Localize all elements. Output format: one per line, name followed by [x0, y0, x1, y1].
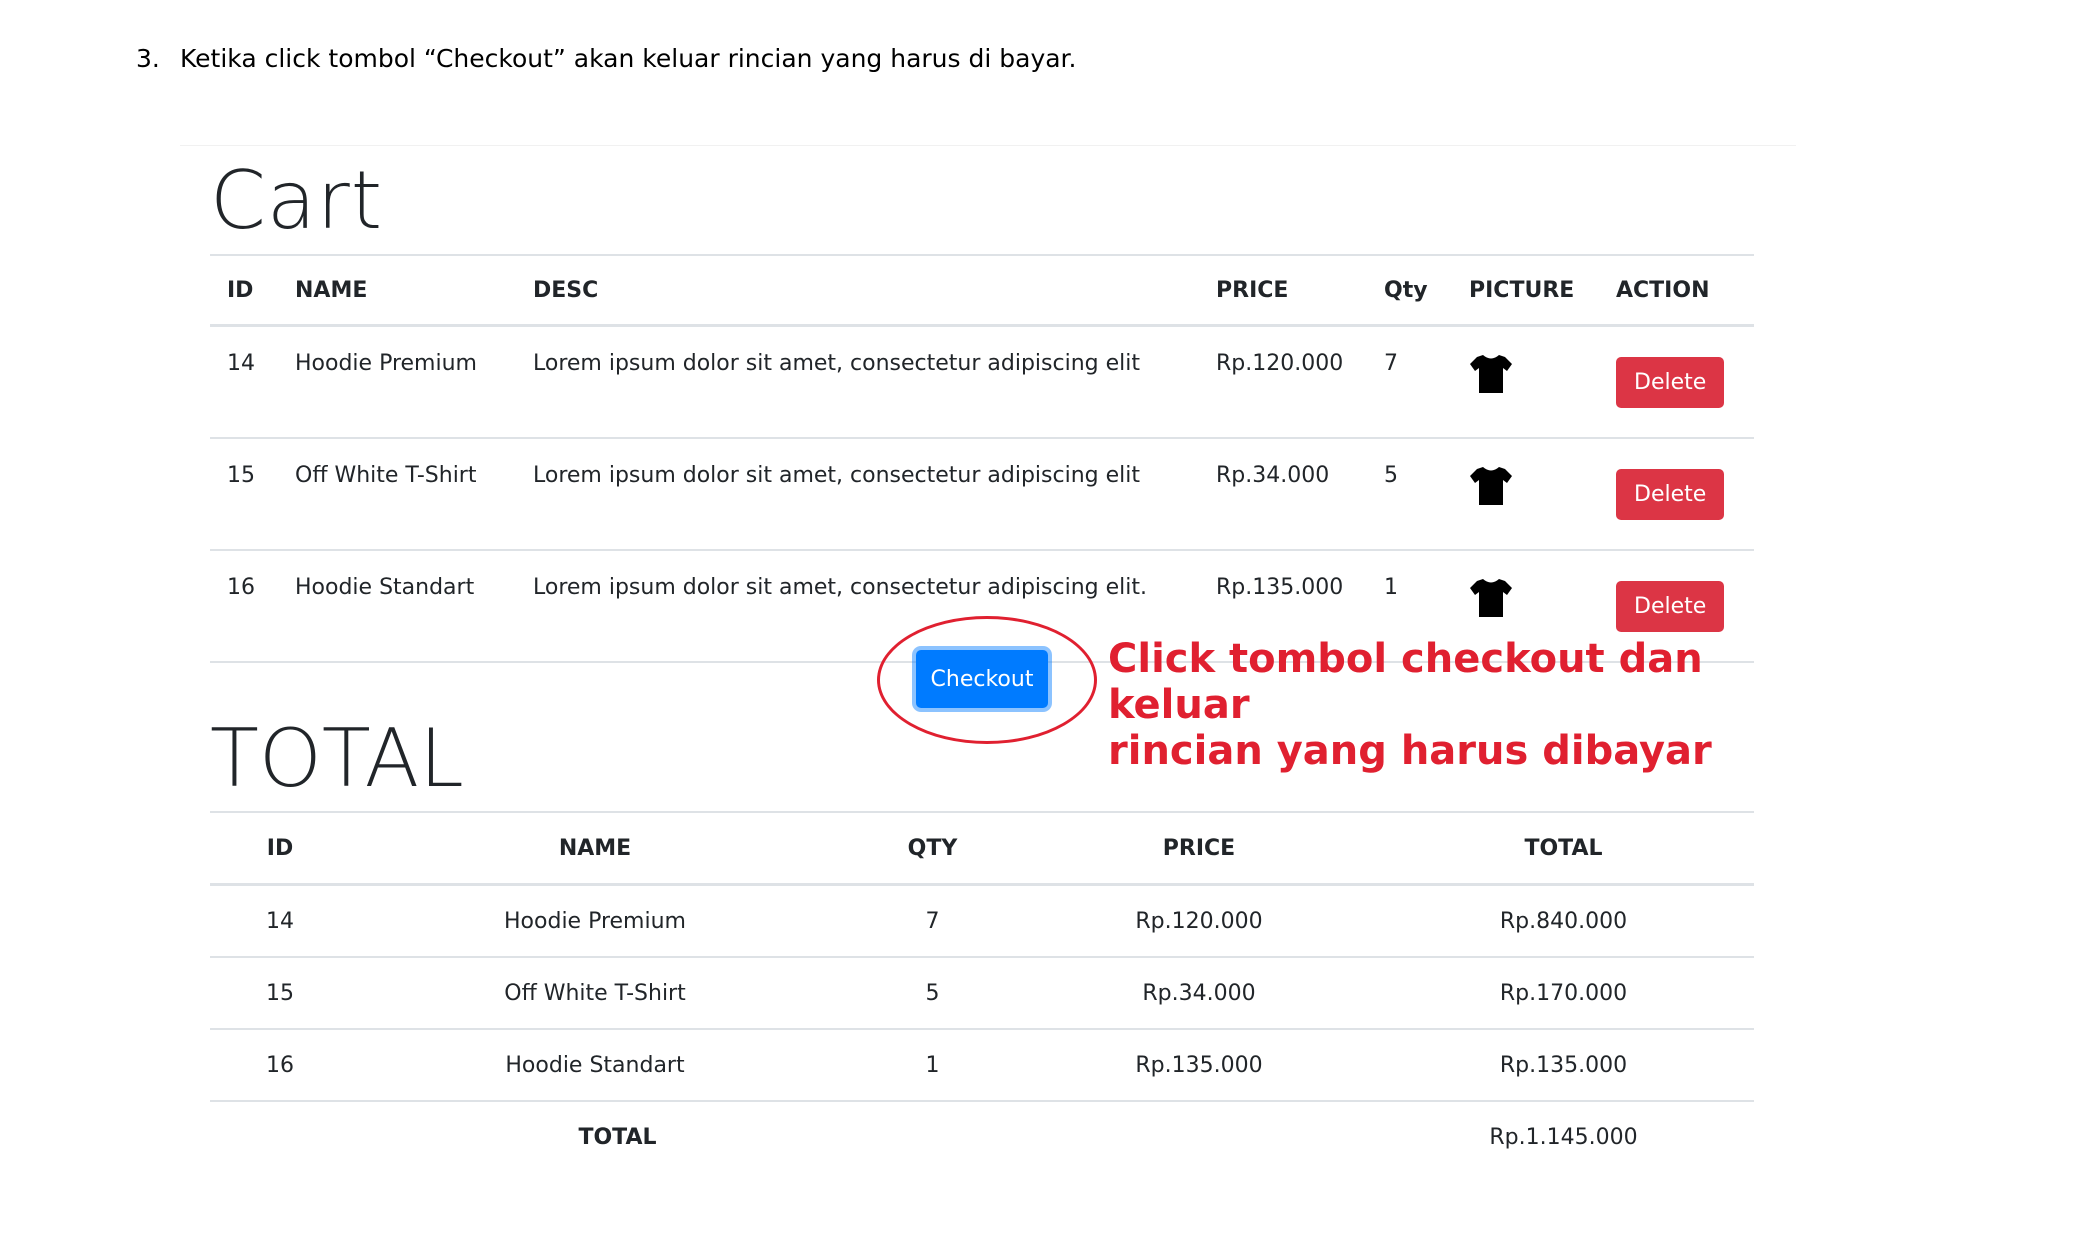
header-desc: DESC: [516, 254, 1199, 327]
table-row: 14 Hoodie Premium 7 Rp.120.000 Rp.840.00…: [210, 884, 1754, 958]
header-id: ID: [210, 254, 278, 327]
cell-qty: 7: [840, 884, 1025, 958]
cell-qty: 5: [1367, 438, 1452, 551]
header-picture: PICTURE: [1452, 254, 1599, 327]
total-header-row: ID NAME QTY PRICE TOTAL: [210, 811, 1754, 886]
header-action: ACTION: [1599, 254, 1754, 327]
cell-desc: Lorem ipsum dolor sit amet, consectetur …: [516, 325, 1199, 439]
cell-name: Off White T-Shirt: [278, 438, 516, 551]
cell-id: 14: [210, 325, 278, 439]
header-id: ID: [210, 811, 350, 886]
cell-price: Rp.120.000: [1199, 325, 1367, 439]
annotation-line-2: rincian yang harus dibayar: [1108, 728, 1712, 774]
cell-price: Rp.120.000: [1025, 884, 1373, 958]
cart-table: ID NAME DESC PRICE Qty PICTURE ACTION 14…: [210, 254, 1754, 663]
header-qty: QTY: [840, 811, 1025, 886]
header-price: PRICE: [1025, 811, 1373, 886]
grand-total-value: Rp.1.145.000: [1489, 1124, 1638, 1150]
tshirt-icon: [1470, 355, 1512, 393]
cell-qty: 5: [840, 957, 1025, 1030]
cell-action: Delete: [1599, 325, 1754, 439]
cell-total: Rp.135.000: [1373, 1029, 1754, 1102]
cell-price: Rp.135.000: [1025, 1029, 1373, 1102]
delete-button[interactable]: Delete: [1616, 580, 1725, 632]
table-row: 14 Hoodie Premium Lorem ipsum dolor sit …: [210, 325, 1754, 439]
document-step: 3. Ketika click tombol “Checkout” akan ke…: [136, 44, 1076, 73]
header-price: PRICE: [1199, 254, 1367, 327]
cell-name: Hoodie Standart: [278, 550, 516, 663]
cell-id: 16: [210, 1029, 350, 1102]
total-title: TOTAL: [210, 712, 464, 805]
cell-id: 15: [210, 438, 278, 551]
cell-id: 16: [210, 550, 278, 663]
screenshot-panel: Cart ID NAME DESC PRICE Qty PICTURE ACTI…: [180, 145, 1796, 1150]
cell-name: Hoodie Standart: [350, 1029, 840, 1102]
cell-total: Rp.170.000: [1373, 957, 1754, 1030]
cell-picture: [1452, 325, 1599, 439]
cell-total: Rp.840.000: [1373, 884, 1754, 958]
step-number: 3.: [136, 44, 160, 73]
annotation-text: Click tombol checkout dan keluar rincian…: [1108, 636, 1796, 774]
cell-name: Off White T-Shirt: [350, 957, 840, 1030]
cell-id: 14: [210, 884, 350, 958]
cell-qty: 7: [1367, 325, 1452, 439]
cart-header-row: ID NAME DESC PRICE Qty PICTURE ACTION: [210, 254, 1754, 327]
delete-button[interactable]: Delete: [1616, 356, 1725, 408]
cell-desc: Lorem ipsum dolor sit amet, consectetur …: [516, 550, 1199, 663]
grand-total-spacer: [1025, 1101, 1373, 1172]
annotation-line-1: Click tombol checkout dan keluar: [1108, 636, 1703, 728]
table-row: 16 Hoodie Standart 1 Rp.135.000 Rp.135.0…: [210, 1029, 1754, 1102]
table-row: 15 Off White T-Shirt 5 Rp.34.000 Rp.170.…: [210, 957, 1754, 1030]
table-row: 15 Off White T-Shirt Lorem ipsum dolor s…: [210, 438, 1754, 551]
step-text: Ketika click tombol “Checkout” akan kelu…: [180, 44, 1077, 73]
grand-total-row: TOTAL Rp.1.145.000: [210, 1101, 1754, 1172]
cell-name: Hoodie Premium: [350, 884, 840, 958]
cell-price: Rp.34.000: [1025, 957, 1373, 1030]
header-name: NAME: [350, 811, 840, 886]
cell-name: Hoodie Premium: [278, 325, 516, 439]
cell-price: Rp.34.000: [1199, 438, 1367, 551]
delete-button[interactable]: Delete: [1616, 468, 1725, 520]
header-qty: Qty: [1367, 254, 1452, 327]
cart-title: Cart: [210, 154, 384, 247]
cell-id: 15: [210, 957, 350, 1030]
header-name: NAME: [278, 254, 516, 327]
cell-picture: [1452, 438, 1599, 551]
total-table: ID NAME QTY PRICE TOTAL 14 Hoodie Premiu…: [210, 811, 1754, 1172]
cell-action: Delete: [1599, 438, 1754, 551]
header-total: TOTAL: [1373, 811, 1754, 886]
grand-total-label: TOTAL: [578, 1124, 657, 1150]
cell-desc: Lorem ipsum dolor sit amet, consectetur …: [516, 438, 1199, 551]
tshirt-icon: [1470, 579, 1512, 617]
checkout-button[interactable]: Checkout: [916, 650, 1048, 708]
cell-qty: 1: [840, 1029, 1025, 1102]
tshirt-icon: [1470, 467, 1512, 505]
